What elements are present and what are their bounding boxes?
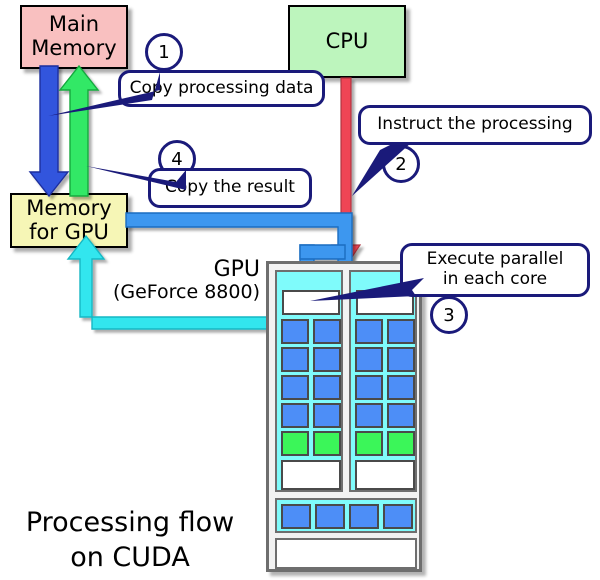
callout-tail-4 <box>86 166 186 190</box>
callout-tail-1 <box>48 72 160 116</box>
callout-tail-layer <box>48 72 424 301</box>
callout-tail-2 <box>352 142 412 196</box>
diagram-canvas: GPU (GeForce 8800) Main Memory CPU Memor… <box>0 0 600 580</box>
callout-tail-3 <box>310 278 424 301</box>
